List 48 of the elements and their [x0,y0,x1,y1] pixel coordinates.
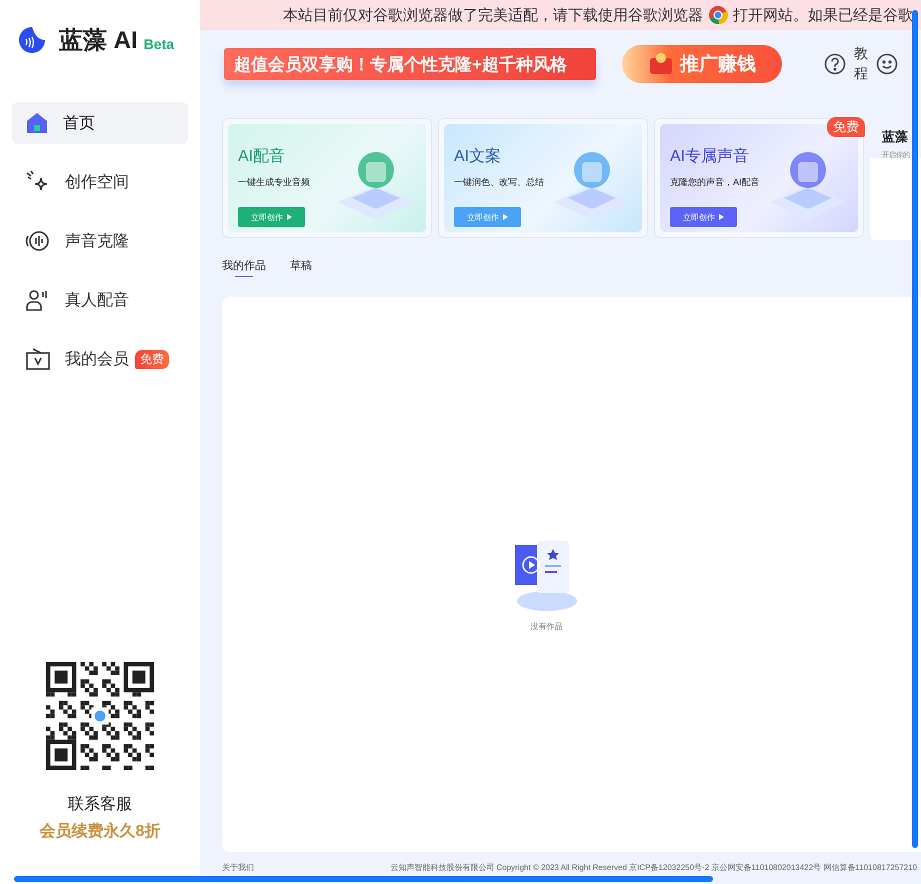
notice-text: 本站目前仅对谷歌浏览器做了完美适配，请下载使用谷歌浏览器 [283,6,703,24]
free-badge: 免费 [827,117,865,137]
sidebar-label: 声音克隆 [65,232,129,252]
card-title: AI配音 [238,146,286,167]
card-subtitle: 一键生成专业音频 [238,176,311,189]
card-title: 蓝藻 [882,128,909,146]
smiley-icon[interactable] [876,53,898,75]
logo-icon [17,25,47,55]
play-arrow-icon [287,214,292,220]
play-arrow-icon [719,214,724,220]
browser-icon [708,5,728,25]
copyright-text: 云知声智能科技股份有限公司 Copyright © 2023 All Right Reserved 京ICP备12032250号-2 京公网安备11010802013422号 网信算备11010817257210 [390,862,917,873]
sidebar-item[interactable]: 首页 [12,102,188,144]
play-arrow-icon [503,214,508,220]
horizontal-scrollbar[interactable] [14,876,713,882]
card-title: AI文案 [454,146,502,167]
brand-name: 蓝藻 AI [59,26,138,56]
sidebar-item[interactable]: 我的会员 免费 [12,338,188,380]
tutorial-link[interactable]: 教程 [854,44,868,84]
membership-tv-icon [25,346,51,372]
home-icon [25,111,49,135]
tab[interactable]: 我的作品 [222,258,266,277]
sidebar-item[interactable]: 声音克隆 [12,220,188,262]
card-title: AI专属声音 [670,146,750,167]
sidebar-item[interactable]: 真人配音 [12,279,188,321]
notice-text: 打开网站。如果已经是谷歌 [733,6,913,24]
feature-card[interactable]: 免费 AI专属声音 克隆您的声音，AI配音 立即创作 [654,118,864,238]
card-subtitle: 克隆您的声音，AI配音 [670,176,761,189]
sidebar-item[interactable]: 创作空间 [12,161,188,203]
beta-label: Beta [144,36,174,52]
contact-caption: 联系客服 [68,794,132,815]
promo-text: 会员续费永久8折 [40,821,160,842]
sidebar-label: 真人配音 [65,290,129,310]
card-subtitle: 一键润色、改写、总结 [454,176,545,189]
gift-box-icon [648,52,674,76]
vertical-scrollbar[interactable] [912,10,918,848]
sidebar-label: 创作空间 [65,172,129,192]
empty-message: 没有作品 [530,621,562,632]
free-badge: 免费 [135,350,169,368]
sound-wave-icon [25,228,51,254]
tab[interactable]: 草稿 [290,258,312,277]
sidebar-label: 我的会员 [65,350,129,370]
feature-card[interactable]: AI文案 一键润色、改写、总结 立即创作 [438,118,648,238]
sidebar-label: 首页 [63,114,95,134]
help-icon[interactable] [824,53,846,75]
create-button[interactable]: 立即创作 [670,207,737,227]
about-link[interactable]: 关于我们 [222,862,254,873]
feature-card[interactable]: AI配音 一键生成专业音频 立即创作 [222,118,432,238]
